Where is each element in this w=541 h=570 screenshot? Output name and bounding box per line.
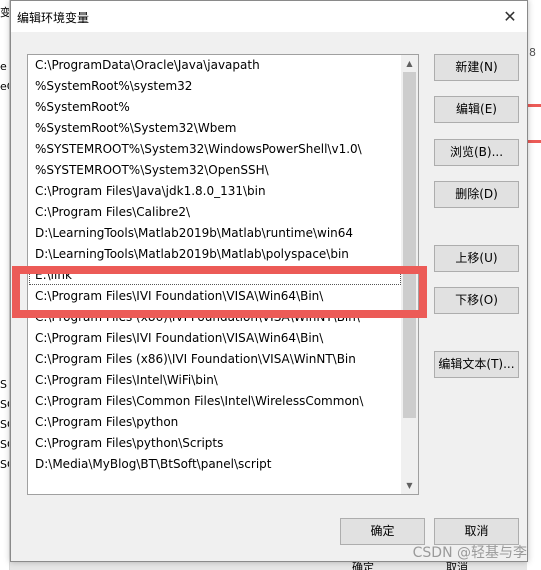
close-button[interactable]: ✕ bbox=[493, 1, 527, 32]
background-window-right: 8 bbox=[527, 0, 541, 570]
background-text: SC bbox=[0, 458, 9, 471]
path-list-item[interactable]: D:\LearningTools\Matlab2019b\Matlab\runt… bbox=[28, 223, 402, 244]
path-list-item[interactable]: %SYSTEMROOT%\System32\OpenSSH\ bbox=[28, 160, 402, 181]
path-list-item[interactable]: %SystemRoot%\System32\Wbem bbox=[28, 118, 402, 139]
path-list-item[interactable]: C:\Program Files\python bbox=[28, 412, 402, 433]
path-list-item[interactable]: %SystemRoot%\system32 bbox=[28, 76, 402, 97]
dialog-title: 编辑环境变量 bbox=[17, 11, 90, 25]
edit-button[interactable]: 编辑(E) bbox=[434, 96, 519, 123]
path-list-item[interactable]: C:\Program Files\Java\jdk1.8.0_131\bin bbox=[28, 181, 402, 202]
scroll-thumb[interactable] bbox=[403, 72, 416, 418]
background-text: 8 bbox=[529, 46, 536, 59]
background-text: 变 bbox=[0, 6, 10, 19]
edit-text-button[interactable]: 编辑文本(T)... bbox=[434, 351, 519, 378]
path-list-item[interactable]: C:\Program Files\Calibre2\ bbox=[28, 202, 402, 223]
ok-button[interactable]: 确定 bbox=[340, 518, 425, 545]
path-list-item[interactable]: %SYSTEMROOT%\System32\WindowsPowerShell\… bbox=[28, 139, 402, 160]
highlight-annotation-box bbox=[12, 266, 427, 318]
path-list-item[interactable]: C:\Program Files\python\Scripts bbox=[28, 433, 402, 454]
scroll-up-icon[interactable]: ▲ bbox=[401, 55, 418, 72]
background-red-mark bbox=[527, 140, 541, 143]
background-red-mark bbox=[527, 104, 541, 107]
path-list-item[interactable]: D:\LearningTools\Matlab2019b\Matlab\poly… bbox=[28, 244, 402, 265]
path-list-item[interactable]: C:\Program Files\Common Files\Intel\Wire… bbox=[28, 391, 402, 412]
delete-button[interactable]: 删除(D) bbox=[434, 181, 519, 208]
cancel-button[interactable]: 取消 bbox=[434, 518, 519, 545]
background-window-left: 变 e eC S SC SC SC SC bbox=[0, 0, 10, 570]
watermark: CSDN @轻基与李 bbox=[412, 545, 527, 561]
path-list-item[interactable]: %SystemRoot% bbox=[28, 97, 402, 118]
path-list-item[interactable]: C:\Program Files\Intel\WiFi\bin\ bbox=[28, 370, 402, 391]
title-bar: 编辑环境变量 ✕ bbox=[11, 1, 527, 32]
background-text: S bbox=[0, 378, 7, 391]
edit-environment-variable-dialog: 编辑环境变量 ✕ C:\ProgramData\Oracle\Java\java… bbox=[10, 0, 528, 562]
close-icon: ✕ bbox=[503, 7, 517, 26]
background-text: SC bbox=[0, 438, 9, 451]
background-text: eC bbox=[0, 80, 9, 93]
browse-button[interactable]: 浏览(B)... bbox=[434, 139, 519, 166]
background-text: SC bbox=[0, 398, 9, 411]
background-text: SC bbox=[0, 418, 9, 431]
path-list-item[interactable]: D:\Media\MyBlog\BT\BtSoft\panel\script bbox=[28, 454, 402, 475]
path-list-item[interactable]: C:\ProgramData\Oracle\Java\javapath bbox=[28, 55, 402, 76]
new-button[interactable]: 新建(N) bbox=[434, 54, 519, 81]
move-up-button[interactable]: 上移(U) bbox=[434, 245, 519, 272]
scroll-down-icon[interactable]: ▼ bbox=[401, 477, 418, 494]
background-text: e bbox=[0, 60, 7, 73]
path-list-item[interactable]: C:\Program Files\IVI Foundation\VISA\Win… bbox=[28, 328, 402, 349]
move-down-button[interactable]: 下移(O) bbox=[434, 287, 519, 314]
path-list-item[interactable]: C:\Program Files (x86)\IVI Foundation\VI… bbox=[28, 349, 402, 370]
